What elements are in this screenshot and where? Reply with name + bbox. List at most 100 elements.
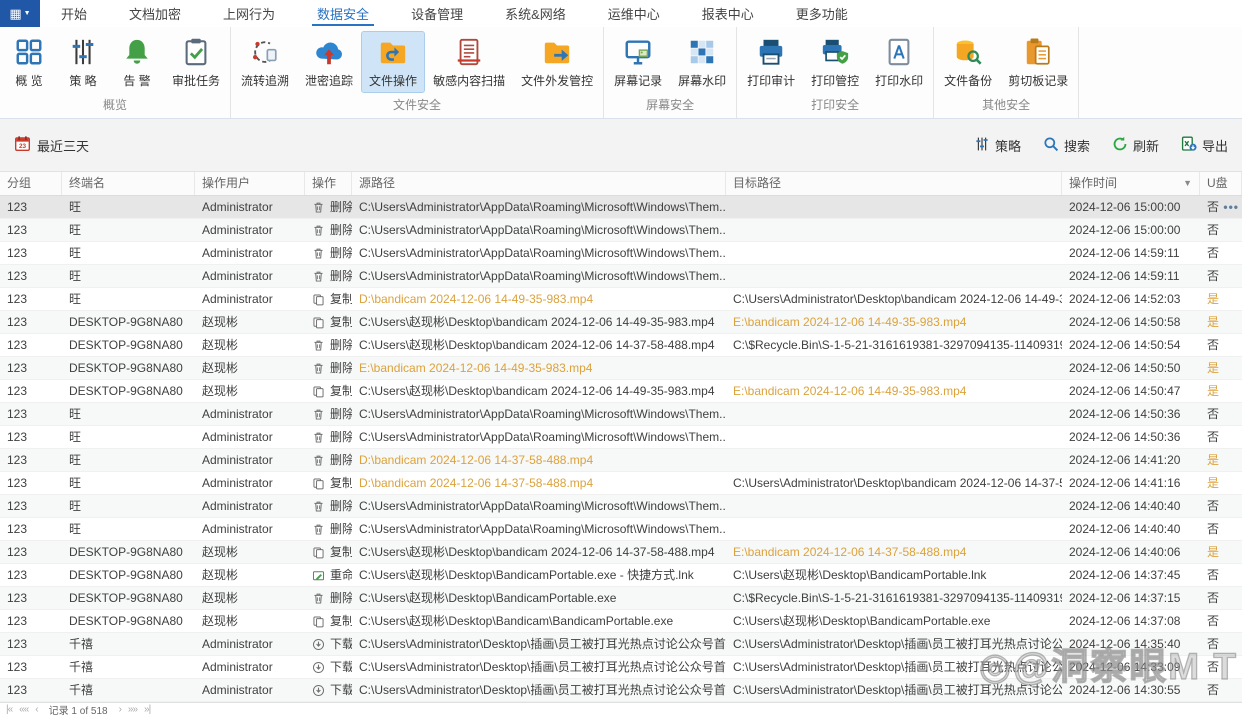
table-row[interactable]: 123 旺 Administrator 复制 D:\bandicam 2024-12-0…	[0, 288, 1242, 311]
pager-next-page-button[interactable]: »»	[128, 704, 138, 715]
tab-9[interactable]: 更多功能	[775, 0, 869, 27]
ribbon-item-folder-return[interactable]: 文件操作	[361, 31, 426, 93]
pager-prev-button[interactable]: ‹	[35, 704, 39, 715]
table-row[interactable]: 123 DESKTOP-9G8NA80 赵现彬 删除 E:\bandicam 2024-…	[0, 357, 1242, 380]
column-header-6[interactable]: 目标路径	[726, 172, 1062, 195]
ribbon-item-scan[interactable]: 敏感内容扫描	[426, 32, 512, 92]
tab-2[interactable]: 文档加密	[108, 0, 202, 27]
tab-8[interactable]: 报表中心	[681, 0, 775, 27]
table-row[interactable]: 123 DESKTOP-9G8NA80 赵现彬 重命名 C:\Users\赵现彬\Des…	[0, 564, 1242, 587]
table-row[interactable]: 123 旺 Administrator 复制 D:\bandicam 2024-12-0…	[0, 472, 1242, 495]
table-row[interactable]: 123 旺 Administrator 删除 D:\bandicam 2024-12-0…	[0, 449, 1242, 472]
pager-last-button[interactable]: »|	[144, 704, 151, 715]
column-header-1[interactable]: 分组	[0, 172, 62, 195]
delete-operation-icon	[312, 408, 325, 421]
cell-terminal: DESKTOP-9G8NA80	[69, 315, 183, 329]
ribbon-item-label: 打印管控	[811, 74, 860, 88]
column-header-3[interactable]: 操作用户	[195, 172, 305, 195]
table-row[interactable]: 123 千禧 Administrator 下载 C:\Users\Administrat…	[0, 633, 1242, 656]
table-row[interactable]: 123 DESKTOP-9G8NA80 赵现彬 复制 C:\Users\赵现彬\Desk…	[0, 541, 1242, 564]
table-row[interactable]: 123 DESKTOP-9G8NA80 赵现彬 复制 C:\Users\赵现彬\Desk…	[0, 380, 1242, 403]
operation-label: 删除	[330, 269, 352, 283]
tab-1[interactable]: 开始	[40, 0, 108, 27]
cell-source-path: D:\bandicam 2024-12-06 14-37-58-488.mp4	[359, 476, 594, 490]
ribbon-item-sliders[interactable]: 策 略	[57, 32, 109, 92]
date-filter-button[interactable]: 23 最近三天	[14, 135, 89, 155]
cell-operation: 复制	[305, 472, 352, 494]
ribbon-item-clipboard-check[interactable]: 审批任务	[165, 32, 227, 92]
column-header-label: 操作	[312, 176, 337, 190]
tab-6[interactable]: 系统&网络	[484, 0, 587, 27]
cell-group: 123	[7, 246, 28, 260]
screen-rec-icon	[622, 36, 654, 68]
ribbon-item-grid[interactable]: 概 览	[3, 32, 55, 92]
export-button[interactable]: 导出	[1181, 136, 1228, 155]
cell-terminal: DESKTOP-9G8NA80	[69, 591, 183, 605]
column-header-label: 终端名	[69, 176, 106, 190]
ribbon-item-doc-a[interactable]: 打印水印	[868, 32, 930, 92]
tab-3[interactable]: 上网行为	[202, 0, 296, 27]
cell-operation: 删除	[305, 403, 352, 425]
ribbon-item-backup[interactable]: 文件备份	[937, 32, 999, 92]
table-row[interactable]: 123 旺 Administrator 删除 C:\Users\Administrato…	[0, 426, 1242, 449]
ribbon-item-bell[interactable]: 告 警	[111, 32, 163, 92]
ribbon-item-clipboard-doc[interactable]: 剪切板记录	[1001, 32, 1075, 92]
column-header-7[interactable]: 操作时间 ▼	[1062, 172, 1200, 195]
table-row[interactable]: 123 旺 Administrator 删除 C:\Users\Administrato…	[0, 518, 1242, 541]
table-row[interactable]: 123 DESKTOP-9G8NA80 赵现彬 复制 C:\Users\赵现彬\Desk…	[0, 311, 1242, 334]
ribbon-group: 流转追溯 泄密追踪 文件操作 敏感内容扫描 文件外发管控 文件安全	[231, 27, 605, 118]
delete-operation-icon	[312, 339, 325, 352]
tab-4[interactable]: 数据安全	[296, 0, 390, 27]
table-row[interactable]: 123 千禧 Administrator 下载 C:\Users\Administrat…	[0, 656, 1242, 679]
table-row[interactable]: 123 DESKTOP-9G8NA80 赵现彬 删除 C:\Users\赵现彬\Desk…	[0, 587, 1242, 610]
refresh-button[interactable]: 刷新	[1112, 136, 1159, 155]
table-row[interactable]: 123 旺 Administrator 删除 C:\Users\Administrato…	[0, 403, 1242, 426]
column-header-8[interactable]: U盘	[1200, 172, 1242, 195]
search-button[interactable]: 搜索	[1043, 136, 1090, 155]
ribbon-item-printer-shield[interactable]: 打印管控	[804, 32, 866, 92]
ribbon-item-label: 告 警	[123, 74, 151, 88]
operation-label: 删除	[330, 361, 352, 375]
column-header-label: U盘	[1207, 176, 1228, 190]
tab-7[interactable]: 运维中心	[587, 0, 681, 27]
table-row[interactable]: 123 旺 Administrator 删除 C:\Users\Administrato…	[0, 219, 1242, 242]
ribbon-item-wm-grid[interactable]: 屏幕水印	[671, 32, 733, 92]
table-row[interactable]: 123 旺 Administrator 删除 C:\Users\Administrato…	[0, 242, 1242, 265]
ribbon-item-printer[interactable]: 打印审计	[740, 32, 802, 92]
table-row[interactable]: 123 DESKTOP-9G8NA80 赵现彬 复制 C:\Users\赵现彬\Desk…	[0, 610, 1242, 633]
pager-next-button[interactable]: ›	[119, 704, 123, 715]
column-header-4[interactable]: 操作	[305, 172, 352, 195]
operation-label: 删除	[330, 407, 352, 421]
cell-usb: 是	[1207, 361, 1220, 375]
cell-user: 赵现彬	[202, 545, 239, 559]
tab-5[interactable]: 设备管理	[390, 0, 484, 27]
ribbon-item-leak[interactable]: 泄密追踪	[298, 32, 360, 92]
operation-label: 删除	[330, 338, 352, 352]
pager-first-button[interactable]: |«	[6, 704, 13, 715]
cell-target-path: C:\Users\赵现彬\Desktop\BandicamPortable.ex…	[733, 614, 991, 628]
cell-source-path: C:\Users\Administrator\AppData\Roaming\M…	[359, 269, 726, 283]
cell-operation: 复制	[305, 610, 352, 632]
ribbon-item-folder-out[interactable]: 文件外发管控	[514, 32, 600, 92]
column-header-5[interactable]: 源路径	[352, 172, 726, 195]
pager-prev-page-button[interactable]: ««	[19, 704, 29, 715]
delete-operation-icon	[312, 201, 325, 214]
table-row[interactable]: 123 旺 Administrator 删除 C:\Users\Administrato…	[0, 196, 1242, 219]
cell-usb: 否	[1207, 269, 1220, 283]
cell-operation: 重命名	[305, 564, 352, 586]
table-row[interactable]: 123 旺 Administrator 删除 C:\Users\Administrato…	[0, 265, 1242, 288]
app-menu-button[interactable]: ▦ ▼	[0, 0, 40, 27]
row-more-button[interactable]: •••	[1223, 196, 1239, 218]
ribbon-item-trace[interactable]: 流转追溯	[234, 32, 296, 92]
table-row[interactable]: 123 DESKTOP-9G8NA80 赵现彬 删除 C:\Users\赵现彬\Desk…	[0, 334, 1242, 357]
table-row[interactable]: 123 千禧 Administrator 下载 C:\Users\Administrat…	[0, 679, 1242, 702]
cell-time: 2024-12-06 14:40:40	[1069, 499, 1181, 513]
table-row[interactable]: 123 旺 Administrator 删除 C:\Users\Administrato…	[0, 495, 1242, 518]
filter-caret-icon[interactable]: ▼	[1183, 172, 1192, 195]
cell-terminal: DESKTOP-9G8NA80	[69, 384, 183, 398]
sliders-button[interactable]: 策略	[974, 136, 1021, 155]
delete-operation-icon	[312, 224, 325, 237]
column-header-2[interactable]: 终端名	[62, 172, 195, 195]
ribbon-item-screen-rec[interactable]: 屏幕记录	[607, 32, 669, 92]
cell-operation: 删除	[305, 334, 352, 356]
